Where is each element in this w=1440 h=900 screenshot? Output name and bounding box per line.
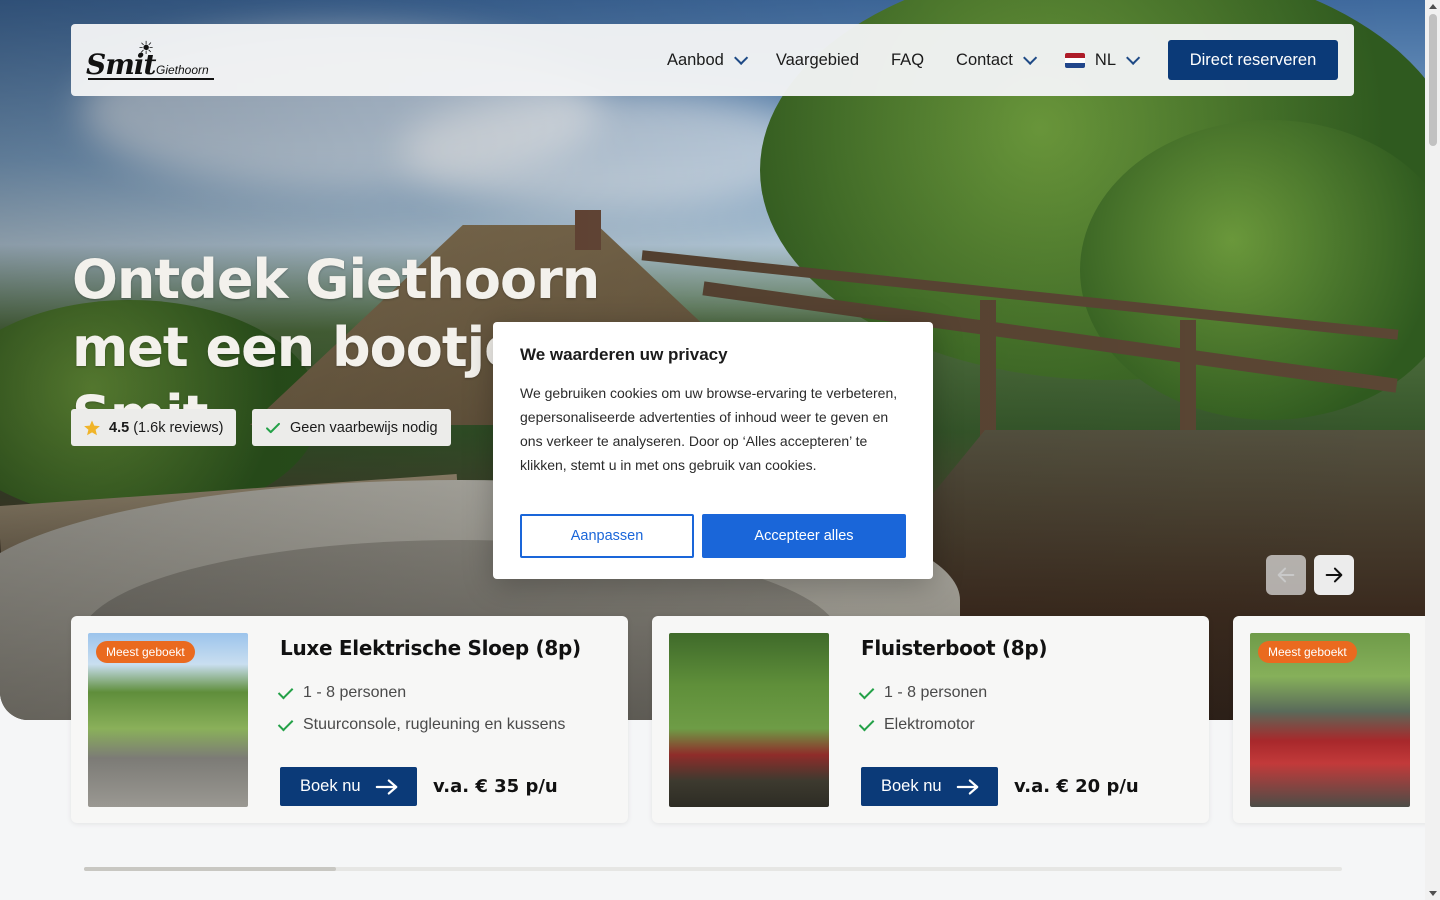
boat-feature-label: 1 - 8 personen: [303, 684, 407, 701]
carousel-next-button[interactable]: [1314, 555, 1354, 595]
boat-card: Fluisterboot (8p) 1 - 8 personen Elektro…: [652, 616, 1209, 823]
book-now-button[interactable]: Boek nu: [861, 767, 998, 806]
check-icon: [277, 715, 294, 732]
check-icon: [266, 422, 280, 433]
language-selector[interactable]: NL: [1064, 50, 1141, 70]
reserve-button[interactable]: Direct reserveren: [1168, 40, 1338, 80]
navbar: ☀ Smit Giethoorn Aanbod Vaargebied FAQ C…: [71, 24, 1354, 96]
nav-aanbod-label: Aanbod: [666, 50, 724, 69]
rating-score: 4.5: [109, 419, 130, 436]
cookie-body: We gebruiken cookies om uw browse-ervari…: [520, 385, 898, 473]
chevron-down-icon: [1022, 50, 1038, 65]
nav-faq[interactable]: FAQ: [891, 51, 924, 70]
chevron-down-icon: [1126, 50, 1141, 65]
boat-feature-label: Stuurconsole, rugleuning en kussens: [303, 716, 566, 733]
page-scrollbar[interactable]: [1425, 0, 1440, 900]
check-icon: [858, 715, 875, 732]
arrow-right-icon: [956, 778, 978, 795]
boat-feature: Stuurconsole, rugleuning en kussens: [277, 715, 566, 734]
license-badge-label: Geen vaarbewijs nodig: [290, 419, 438, 436]
book-now-button[interactable]: Boek nu: [280, 767, 417, 806]
book-now-label: Boek nu: [300, 777, 361, 795]
most-booked-tag: Meest geboekt: [1258, 641, 1357, 663]
cookie-consent-dialog: We waarderen uw privacy We gebruiken coo…: [493, 322, 933, 579]
scroll-down-icon[interactable]: [1429, 891, 1437, 896]
check-icon: [277, 683, 294, 700]
boat-feature-label: 1 - 8 personen: [884, 684, 988, 701]
boat-card: Meest geboekt Luxe Elektrische Sloep (8p…: [71, 616, 628, 823]
boat-photo: [669, 633, 829, 807]
boat-price: v.a. € 20 p/u: [1014, 776, 1139, 797]
nav-vaargebied-label: Vaargebied: [775, 50, 860, 69]
nav-faq-label: FAQ: [891, 50, 925, 69]
boat-title: Fluisterboot (8p): [861, 636, 1048, 660]
check-icon: [858, 683, 875, 700]
chevron-down-icon: [733, 50, 749, 65]
arrow-left-icon: [1277, 567, 1295, 583]
most-booked-tag: Meest geboekt: [96, 641, 195, 663]
boat-feature: Elektromotor: [858, 715, 975, 734]
license-badge: Geen vaarbewijs nodig: [252, 409, 451, 446]
logo-brand: Smit: [86, 48, 156, 81]
boat-card: Meest geboekt: [1233, 616, 1440, 823]
star-icon: [84, 420, 100, 435]
arrow-right-icon: [1325, 567, 1343, 583]
boat-price: v.a. € 35 p/u: [433, 776, 558, 797]
rating-reviews: (1.6k reviews): [133, 419, 224, 436]
boat-feature: 1 - 8 personen: [858, 683, 988, 702]
scrollbar-thumb[interactable]: [1429, 14, 1437, 146]
cookie-title: We waarderen uw privacy: [520, 345, 728, 364]
nav-contact[interactable]: Contact: [956, 50, 1038, 70]
nav-aanbod[interactable]: Aanbod: [666, 50, 749, 70]
logo[interactable]: ☀ Smit Giethoorn: [86, 38, 216, 84]
boat-photo: Meest geboekt: [1250, 633, 1410, 807]
logo-underline: [88, 78, 214, 80]
nav-vaargebied[interactable]: Vaargebied: [776, 51, 859, 70]
boat-title: Luxe Elektrische Sloep (8p): [280, 636, 581, 660]
rating-badge: 4.5 (1.6k reviews): [71, 409, 236, 446]
nav-links: Aanbod Vaargebied FAQ Contact NL Direct …: [667, 40, 1338, 80]
scroll-up-icon[interactable]: [1429, 4, 1437, 9]
language-label: NL: [1094, 50, 1116, 69]
boat-photo: Meest geboekt: [88, 633, 248, 807]
book-now-label: Boek nu: [881, 777, 942, 795]
carousel-progress-track: [84, 867, 1342, 871]
boat-feature-label: Elektromotor: [884, 716, 975, 733]
accept-all-button[interactable]: Accepteer alles: [702, 514, 906, 558]
nav-contact-label: Contact: [956, 50, 1013, 69]
flag-nl-icon: [1064, 52, 1085, 68]
carousel-progress-thumb[interactable]: [84, 867, 336, 871]
boat-feature: 1 - 8 personen: [277, 683, 407, 702]
customize-button[interactable]: Aanpassen: [520, 514, 694, 558]
carousel-prev-button[interactable]: [1266, 555, 1306, 595]
arrow-right-icon: [375, 778, 397, 795]
logo-sub: Giethoorn: [156, 63, 209, 77]
